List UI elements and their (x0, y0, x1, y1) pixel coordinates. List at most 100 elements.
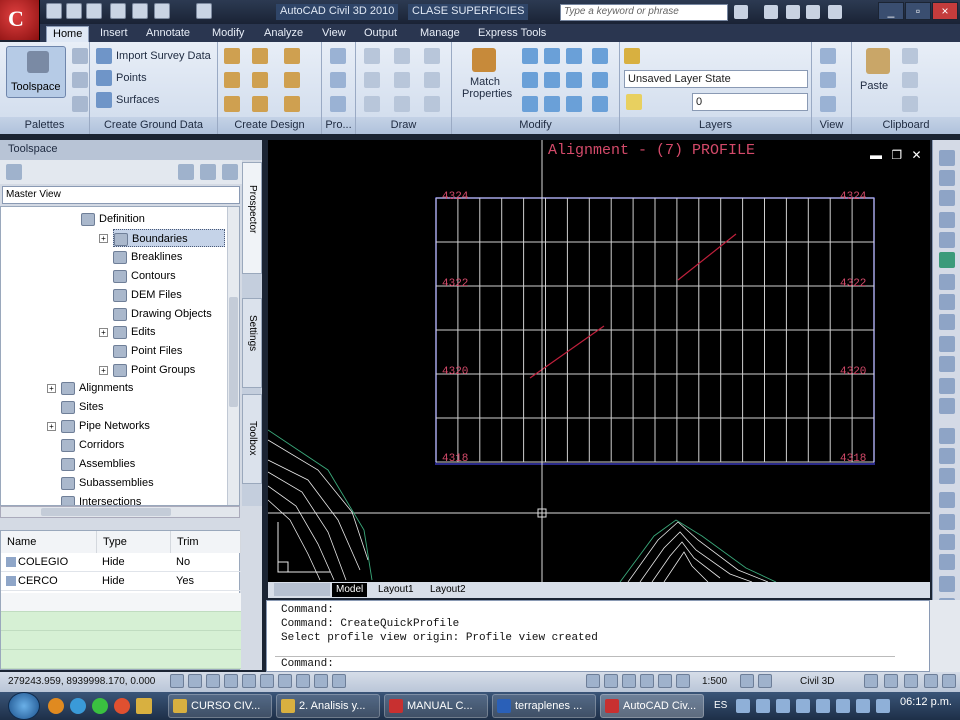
properties-icon[interactable] (72, 96, 88, 112)
polar-icon[interactable] (224, 674, 238, 688)
network-icon[interactable] (856, 699, 870, 713)
corridor-icon[interactable] (284, 72, 300, 88)
point-icon[interactable] (364, 72, 380, 88)
taskbar-item[interactable]: CURSO CIV... (168, 694, 272, 718)
tree-horizontal-scrollbar[interactable] (0, 506, 240, 518)
copy-clip-icon[interactable] (902, 72, 918, 88)
tab-layout2[interactable]: Layout2 (426, 583, 470, 597)
tab-toolbox[interactable]: Toolbox (242, 394, 262, 484)
tool-icon[interactable] (939, 212, 955, 228)
tree-item-sites[interactable]: Sites (61, 398, 103, 416)
undo-icon[interactable] (132, 3, 148, 19)
ellipse-icon[interactable] (394, 96, 410, 112)
layout-icon[interactable] (604, 674, 618, 688)
tree-item-alignments[interactable]: Alignments (61, 379, 133, 397)
search-icon[interactable] (6, 164, 22, 180)
move-icon[interactable] (522, 48, 538, 64)
tree-item-assemblies[interactable]: Assemblies (61, 455, 135, 473)
pan-icon[interactable] (820, 48, 836, 64)
spline-icon[interactable] (364, 96, 380, 112)
polyline-icon[interactable] (394, 48, 410, 64)
orbit-icon[interactable] (820, 72, 836, 88)
save-icon[interactable] (86, 3, 102, 19)
tool-icon[interactable] (939, 576, 955, 592)
explode-icon[interactable] (592, 72, 608, 88)
column-header-type[interactable]: Type (97, 531, 171, 553)
match-properties-button[interactable]: Match Properties (462, 46, 512, 106)
copy-icon[interactable] (522, 72, 538, 88)
drawing-canvas[interactable] (267, 140, 930, 583)
expand-icon[interactable]: + (99, 234, 108, 243)
toolspace-button[interactable]: Toolspace (6, 46, 66, 98)
tab-modify[interactable]: Modify (206, 26, 250, 42)
offset-icon[interactable] (592, 96, 608, 112)
trim-icon[interactable] (566, 48, 582, 64)
tab-annotate[interactable]: Annotate (140, 26, 196, 42)
model-icon[interactable] (586, 674, 600, 688)
intersections-icon[interactable] (252, 72, 268, 88)
stretch-icon[interactable] (522, 96, 538, 112)
tab-settings[interactable]: Settings (242, 298, 262, 388)
tool-icon[interactable] (939, 252, 955, 268)
tab-home[interactable]: Home (46, 26, 90, 42)
import-survey-button[interactable]: Import Survey Data (116, 46, 211, 66)
new-icon[interactable] (46, 3, 62, 19)
mirror-icon[interactable] (544, 72, 560, 88)
status-menu-icon[interactable] (924, 674, 938, 688)
otrack-icon[interactable] (260, 674, 274, 688)
palettes-panel-title[interactable]: Palettes (0, 117, 89, 134)
tray-icon[interactable] (836, 699, 850, 713)
profile-view-icon[interactable] (330, 72, 346, 88)
tree-item-point-files[interactable]: Point Files (113, 342, 182, 360)
lwt-icon[interactable] (314, 674, 328, 688)
section-icon[interactable] (330, 96, 346, 112)
feature-line-icon[interactable] (224, 72, 240, 88)
tool-icon[interactable] (939, 468, 955, 484)
tool-icon[interactable] (939, 428, 955, 444)
parcel-icon[interactable] (224, 48, 240, 64)
tree-item-subassemblies[interactable]: Subassemblies (61, 474, 154, 492)
tray-icon[interactable] (796, 699, 810, 713)
command-scrollbar[interactable] (930, 600, 960, 672)
scrollbar-thumb[interactable] (229, 297, 238, 407)
layer-properties-icon[interactable] (624, 48, 640, 64)
tool-icon[interactable] (939, 232, 955, 248)
annotation-visibility-icon[interactable] (740, 674, 754, 688)
viewport-minimize-icon[interactable]: ▬ (870, 148, 882, 162)
table-row[interactable]: COLEGIO Hide No (1, 553, 241, 572)
command-prompt[interactable]: Command: (281, 658, 334, 672)
steering-wheel-icon[interactable] (658, 674, 672, 688)
tree-item-intersections[interactable]: Intersections (61, 493, 141, 505)
tool-icon[interactable] (939, 190, 955, 206)
line-icon[interactable] (364, 48, 380, 64)
open-icon[interactable] (66, 3, 82, 19)
tree-item-boundaries[interactable]: Boundaries (113, 229, 225, 247)
firefox-icon[interactable] (48, 698, 64, 714)
help-icon-2[interactable] (828, 5, 842, 19)
points-button[interactable]: Points (116, 68, 147, 88)
explorer-icon[interactable] (136, 698, 152, 714)
layers-panel-title[interactable]: Layers (620, 117, 811, 134)
annotation-scale[interactable]: 1:500 (702, 672, 727, 692)
grading-icon[interactable] (284, 48, 300, 64)
grid-icon[interactable] (188, 674, 202, 688)
autoscale-icon[interactable] (758, 674, 772, 688)
list-view-icon[interactable] (200, 164, 216, 180)
lightbulb-icon[interactable] (626, 94, 642, 110)
tree-item-contours[interactable]: Contours (113, 267, 176, 285)
taskbar-item-active[interactable]: AutoCAD Civ... (600, 694, 704, 718)
column-header-trim[interactable]: Trim (171, 531, 241, 553)
hatch-icon[interactable] (424, 96, 440, 112)
clock[interactable]: 06:12 p.m. (900, 696, 952, 708)
tree-scrollbar[interactable] (227, 207, 239, 505)
tree-item-pipe-networks[interactable]: Pipe Networks (61, 417, 150, 435)
taskbar-item[interactable]: 2. Analisis y... (276, 694, 380, 718)
fillet-icon[interactable] (566, 72, 582, 88)
expand-icon[interactable]: + (99, 328, 108, 337)
settings-icon[interactable] (72, 72, 88, 88)
close-button[interactable]: × (932, 2, 958, 20)
clipboard-panel-title[interactable]: Clipboard (852, 117, 960, 134)
start-button[interactable] (8, 692, 40, 720)
qp-icon[interactable] (332, 674, 346, 688)
paste-special-icon[interactable] (902, 96, 918, 112)
